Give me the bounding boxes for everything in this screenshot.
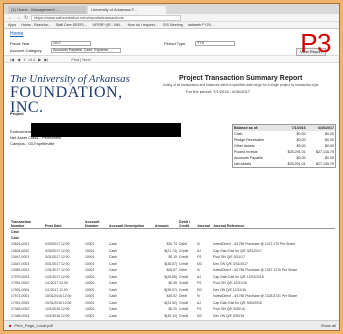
browser-window: (1) Home - Management - ... University o… bbox=[3, 3, 340, 331]
overlay-label: P3 bbox=[300, 28, 331, 58]
url-input[interactable]: https://www.uafoundation.com/reports/tra… bbox=[31, 14, 182, 21]
browser-tab-active[interactable]: University of Arkansas F... bbox=[88, 6, 166, 14]
balance-table: Balance as of: 7/1/2016 6/30/2017 Cash $0… bbox=[232, 124, 336, 168]
tx-header: Journal bbox=[196, 216, 212, 229]
tx-header: Journal Reference bbox=[212, 216, 335, 229]
report-period: For the period: 7/1/2016 - 6/30/2017 bbox=[186, 89, 251, 94]
page-number[interactable]: 1 bbox=[23, 57, 25, 62]
downloads-bar: ■ Print_Page_Local.pdf Show all bbox=[4, 320, 339, 330]
transactions-table: Transaction Number Post Date Account Num… bbox=[10, 216, 335, 330]
reload-icon[interactable]: ↻ bbox=[24, 15, 28, 21]
report-subtitle: Listing of all transactions and balances… bbox=[162, 83, 320, 87]
browser-tab[interactable]: (1) Home - Management - ... bbox=[8, 6, 86, 14]
next-page-icon[interactable]: ▶ bbox=[38, 57, 41, 62]
fiscal-year-select[interactable]: 2017 bbox=[51, 41, 91, 46]
address-bar: ← → ↻ https://www.uafoundation.com/repor… bbox=[4, 14, 339, 22]
bookmark-item[interactable]: GIS Meeting bbox=[163, 23, 183, 27]
bookmark-item[interactable]: dataweb FY20... bbox=[188, 23, 214, 27]
report-toolbar: |◀ ◀ 1 of 4 ▶ ▶| Find | Next bbox=[4, 55, 339, 63]
redaction-box bbox=[31, 123, 181, 137]
tx-header: Debit / Credit bbox=[178, 216, 196, 229]
back-icon[interactable]: ← bbox=[8, 15, 13, 21]
page-count: of 4 bbox=[28, 56, 36, 62]
bookmark-item[interactable]: Apps bbox=[8, 23, 16, 27]
bookmark-item[interactable]: Staff Care DEEPL... bbox=[56, 23, 88, 27]
bookmark-item[interactable]: How do I request... bbox=[128, 23, 158, 27]
bookmark-item[interactable]: UFERP (92 - NM... bbox=[92, 23, 122, 27]
download-item[interactable]: Print_Page_Local.pdf bbox=[14, 323, 52, 328]
show-all-downloads-button[interactable]: Show all bbox=[321, 323, 336, 328]
balance-row: Net Assets $25,291.01 $27,135.75 bbox=[234, 162, 334, 166]
foundation-logo: The University of Arkansas FOUNDATION, I… bbox=[10, 73, 140, 116]
tx-header: Account Description bbox=[108, 216, 154, 229]
period-type-label: Period Type bbox=[164, 41, 186, 46]
tx-header: Account Number bbox=[84, 216, 108, 229]
tab-bar: (1) Home - Management - ... University o… bbox=[4, 4, 339, 14]
last-page-icon[interactable]: ▶| bbox=[44, 57, 48, 62]
tx-header: Amount bbox=[154, 216, 178, 229]
fiscal-year-label: Fiscal Year bbox=[10, 41, 30, 46]
bookmark-item[interactable]: Home - Razorba... bbox=[21, 23, 50, 27]
pdf-file-icon: ■ bbox=[9, 323, 12, 328]
tx-header: Post Date bbox=[44, 216, 84, 229]
bookmarks-bar: Apps Home - Razorba... Staff Care DEEPL.… bbox=[4, 22, 339, 29]
tx-header: Transaction Number bbox=[10, 216, 44, 229]
project-campus: Campus - 03-Fayetteville bbox=[10, 141, 55, 146]
report-filters: Fiscal Year 2017 Period Type YTD Account… bbox=[4, 39, 339, 55]
period-type-select[interactable]: YTD bbox=[195, 41, 235, 46]
find-control[interactable]: Find | Next bbox=[71, 57, 90, 62]
account-category-label: Account Category bbox=[10, 48, 42, 53]
report-title: Project Transaction Summary Report bbox=[179, 75, 303, 82]
first-page-icon[interactable]: |◀ bbox=[10, 57, 14, 62]
forward-icon[interactable]: → bbox=[16, 15, 21, 21]
report-body: The University of Arkansas FOUNDATION, I… bbox=[4, 71, 339, 330]
home-link[interactable]: Home bbox=[4, 29, 339, 39]
prev-page-icon[interactable]: ◀ bbox=[17, 57, 20, 62]
account-category-select[interactable]: Accounts Payable; Cash; Expense; ... bbox=[51, 48, 121, 53]
